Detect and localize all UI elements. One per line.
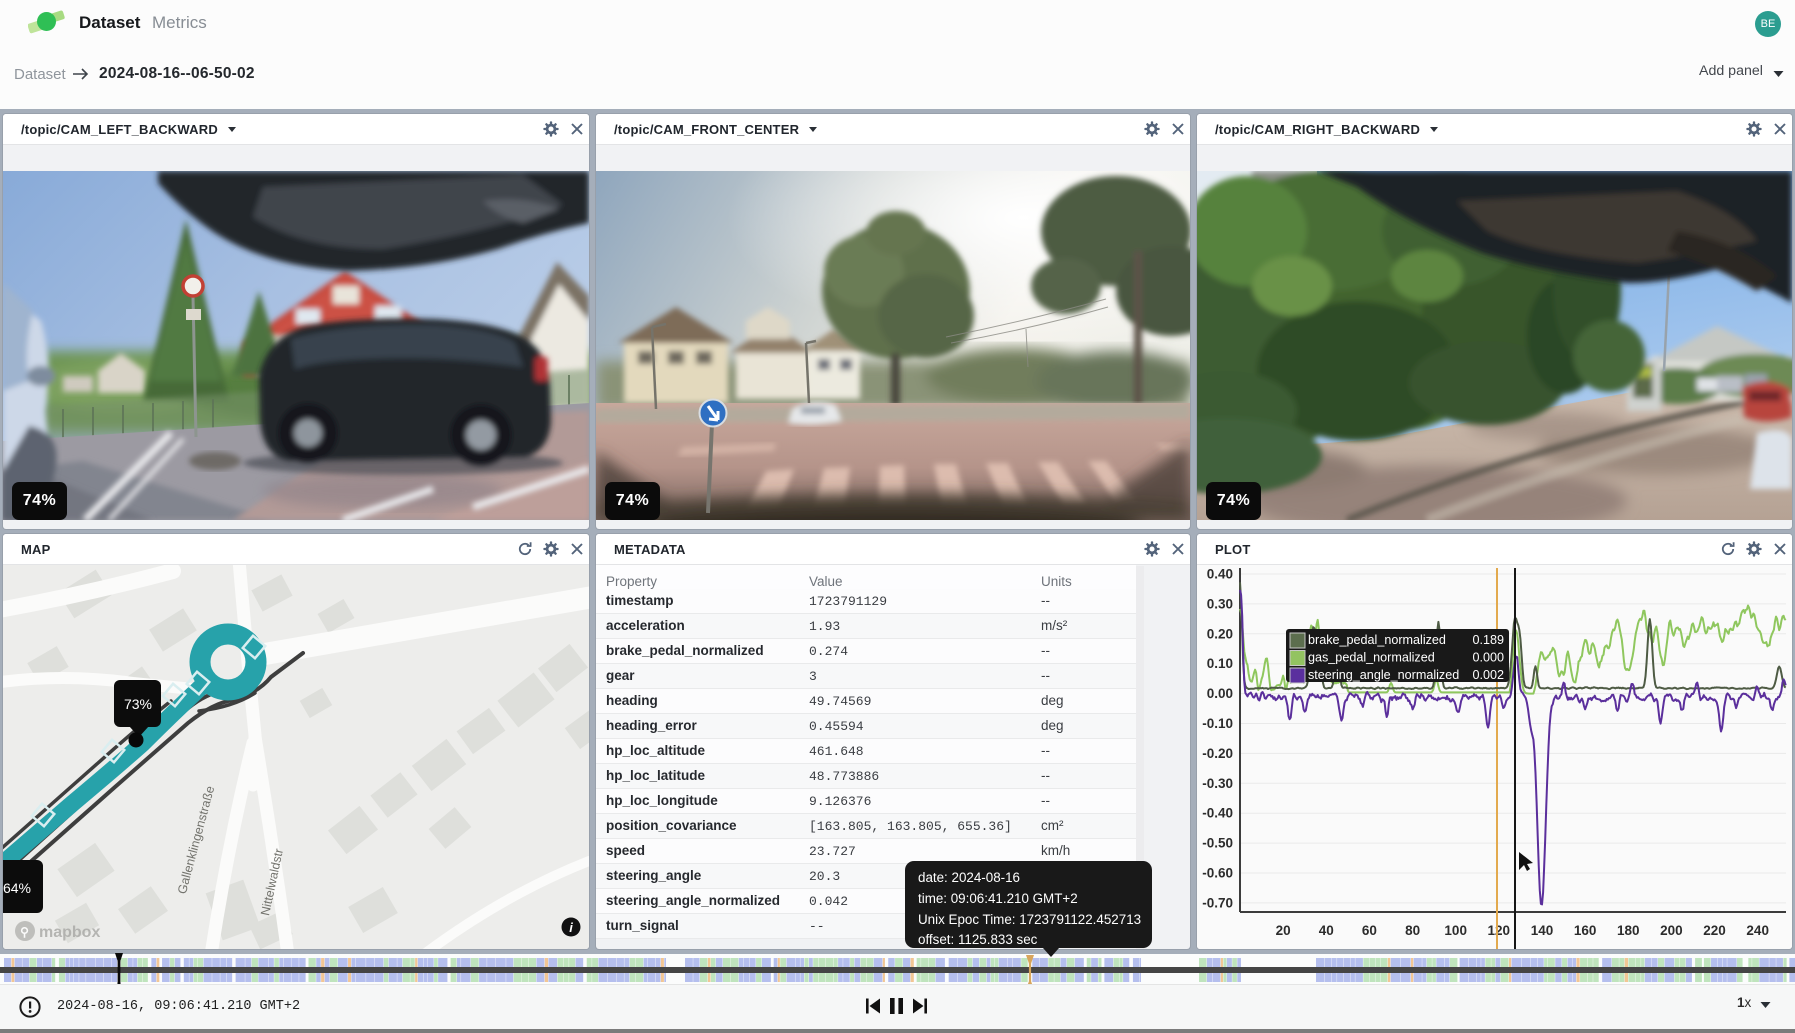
svg-text:100: 100 [1444,923,1467,938]
svg-text:60: 60 [1362,923,1377,938]
svg-text:0.000: 0.000 [1472,651,1504,665]
svg-text:220: 220 [1703,923,1726,938]
svg-text:brake_pedal_normalized: brake_pedal_normalized [1308,633,1446,647]
svg-text:-0.60: -0.60 [1202,866,1233,881]
svg-text:120: 120 [1488,923,1511,938]
svg-text:0.189: 0.189 [1472,633,1504,647]
svg-text:0.20: 0.20 [1207,626,1233,641]
svg-text:-0.70: -0.70 [1202,895,1233,910]
svg-text:-0.40: -0.40 [1202,806,1233,821]
svg-text:-0.30: -0.30 [1202,776,1233,791]
svg-text:-0.20: -0.20 [1202,746,1233,761]
svg-text:-0.50: -0.50 [1202,836,1233,851]
svg-text:64%: 64% [3,880,31,896]
svg-text:mapbox: mapbox [39,924,100,941]
svg-text:0.00: 0.00 [1207,686,1233,701]
svg-text:160: 160 [1574,923,1597,938]
svg-text:180: 180 [1617,923,1640,938]
svg-text:steering_angle_normalized: steering_angle_normalized [1308,668,1459,682]
svg-text:73%: 73% [124,696,152,712]
svg-text:140: 140 [1531,923,1554,938]
svg-text:240: 240 [1746,923,1769,938]
svg-text:0.002: 0.002 [1472,668,1504,682]
svg-text:0.40: 0.40 [1207,567,1233,582]
svg-text:0.10: 0.10 [1207,656,1233,671]
svg-text:40: 40 [1319,923,1334,938]
svg-text:80: 80 [1405,923,1420,938]
svg-text:20: 20 [1276,923,1291,938]
svg-text:200: 200 [1660,923,1683,938]
svg-text:i: i [569,920,573,935]
svg-text:0.30: 0.30 [1207,596,1233,611]
svg-text:gas_pedal_normalized: gas_pedal_normalized [1308,651,1435,665]
svg-text:⚲: ⚲ [20,925,29,939]
svg-text:-0.10: -0.10 [1202,716,1233,731]
